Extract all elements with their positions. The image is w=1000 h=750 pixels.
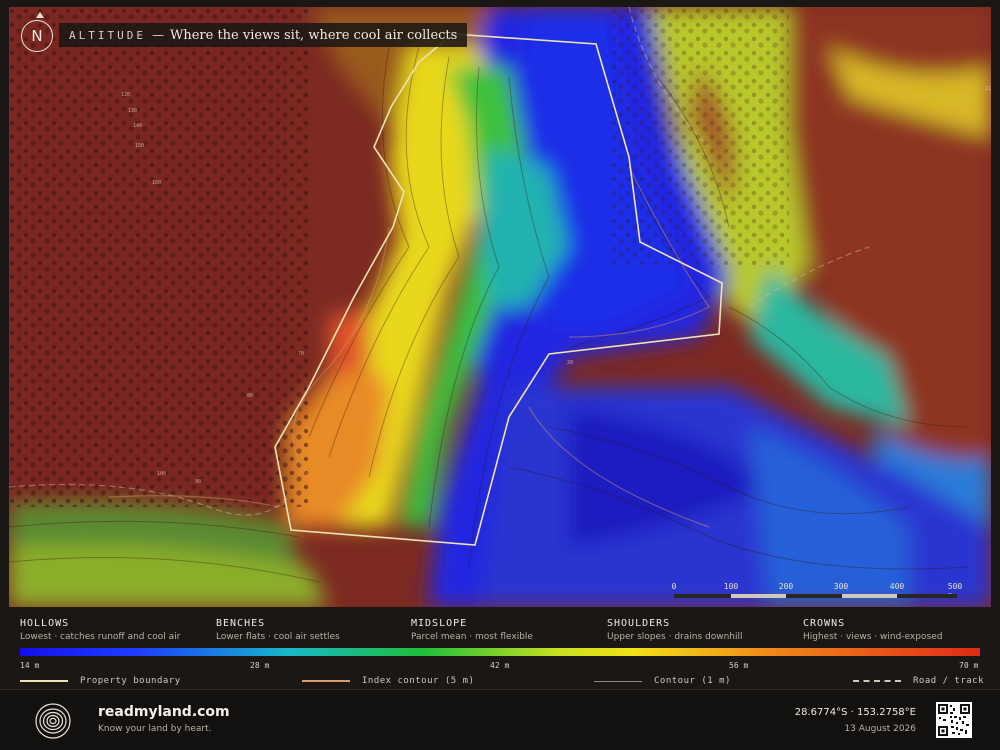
legend-category-crowns: CROWNS Highest · views · wind-exposed	[803, 618, 942, 642]
ramp-label: 70 m	[959, 661, 979, 670]
legend-category-shoulders: SHOULDERS Upper slopes · drains downhill	[607, 618, 743, 642]
footer: readmyland.com Know your land by heart. …	[0, 690, 1000, 750]
key-label: Index contour (5 m)	[362, 676, 475, 686]
scale-segment	[731, 594, 786, 598]
elevation-raster: 120 130 140 150 160 100 90 80 70 20 110	[9, 7, 991, 607]
scale-bar-track	[674, 594, 957, 598]
contour-label: 120	[121, 92, 130, 98]
title-separator: —	[151, 28, 164, 42]
elevation-color-ramp	[20, 648, 980, 656]
category-name: HOLLOWS	[20, 618, 70, 629]
scale-tick-label: 0	[671, 582, 677, 591]
elevation-legend: HOLLOWS Lowest · catches runoff and cool…	[0, 608, 1000, 750]
ramp-label: 14 m	[20, 661, 40, 670]
ramp-label: 42 m	[490, 661, 510, 670]
category-name: CROWNS	[803, 618, 846, 629]
category-description: Upper slopes · drains downhill	[607, 632, 743, 642]
location-coordinates: 28.6774°S · 153.2758°E	[794, 707, 916, 718]
contour-label: 140	[133, 123, 142, 129]
compass-label: N	[31, 27, 43, 45]
category-name: MIDSLOPE	[411, 618, 468, 629]
scale-bar: 0 100 200 300 400 500 m	[669, 582, 969, 602]
map-title-kicker: ALTITUDE	[69, 28, 146, 42]
key-index-contour: Index contour (5 m)	[302, 676, 474, 686]
category-description: Highest · views · wind-exposed	[803, 632, 943, 642]
contour-label: 70	[298, 351, 304, 357]
map-subtitle: Where the views sit, where cool air coll…	[169, 27, 458, 43]
scale-tick-label: 400	[889, 582, 905, 591]
key-property-boundary: Property boundary	[20, 676, 181, 686]
contour-label: 150	[135, 143, 144, 149]
map-poster: 120 130 140 150 160 100 90 80 70 20 110 …	[0, 0, 1000, 750]
brand-tagline: Know your land by heart.	[98, 724, 212, 734]
contour-swatch	[594, 680, 642, 682]
category-name: SHOULDERS	[607, 618, 671, 629]
brand-link[interactable]: readmyland.com	[98, 704, 230, 720]
map-title-box: ALTITUDE — Where the views sit, where co…	[59, 23, 468, 47]
scale-tick-label: 100	[723, 582, 739, 591]
contour-label: 130	[128, 108, 137, 114]
key-label: Road / track	[913, 676, 985, 686]
key-label: Property boundary	[80, 676, 181, 686]
category-description: Parcel mean · most flexible	[411, 632, 533, 642]
ramp-label: 56 m	[729, 661, 749, 670]
qr-code-icon[interactable]	[936, 702, 972, 738]
boundary-line-swatch	[20, 680, 68, 682]
legend-category-midslope: MIDSLOPE Parcel mean · most flexible	[411, 618, 533, 642]
north-arrow-icon	[36, 12, 44, 18]
road-swatch	[853, 680, 901, 682]
index-contour-swatch	[302, 680, 350, 682]
compass-rose: N	[21, 12, 53, 52]
contour-label: 80	[247, 393, 253, 399]
ramp-label: 28 m	[250, 661, 270, 670]
legend-category-hollows: HOLLOWS Lowest · catches runoff and cool…	[20, 618, 180, 642]
contour-label: 20	[567, 360, 573, 366]
category-name: BENCHES	[216, 618, 266, 629]
fingerprint-logo-icon[interactable]	[34, 702, 72, 740]
contour-label: 90	[195, 479, 201, 485]
map-date: 13 August 2026	[844, 724, 916, 734]
legend-category-benches: BENCHES Lower flats · cool air settles	[216, 618, 340, 642]
key-contour: Contour (1 m)	[594, 676, 731, 686]
contour-label: 110	[985, 86, 991, 92]
scale-tick-label: 200	[778, 582, 794, 591]
contour-label: 100	[157, 471, 166, 477]
category-description: Lower flats · cool air settles	[216, 632, 340, 642]
key-label: Contour (1 m)	[654, 676, 731, 686]
category-description: Lowest · catches runoff and cool air	[20, 632, 181, 642]
scale-tick-label: 300	[833, 582, 849, 591]
contour-label: 160	[152, 180, 161, 186]
key-road-track: Road / track	[853, 676, 984, 686]
elevation-map[interactable]: 120 130 140 150 160 100 90 80 70 20 110 …	[9, 7, 991, 607]
scale-segment	[842, 594, 897, 598]
